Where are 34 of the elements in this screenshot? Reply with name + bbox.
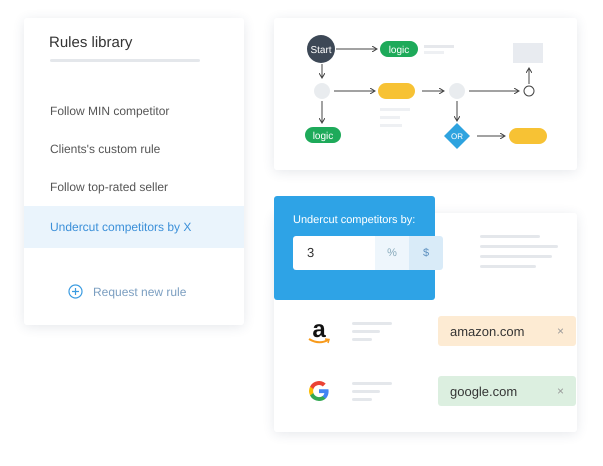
undercut-title: Undercut competitors by: (293, 214, 416, 226)
start-node: Start (307, 35, 335, 63)
rules-title: Rules library (48, 34, 134, 51)
amazon-logo: a (308, 318, 330, 344)
arrow (336, 46, 378, 52)
arrow (318, 64, 326, 78)
unit-toggle[interactable]: % (375, 236, 409, 270)
arrow (334, 88, 376, 94)
plus-icon (68, 284, 83, 299)
arrow (454, 100, 460, 122)
remove-button[interactable]: × (556, 384, 564, 398)
remove-button[interactable]: × (556, 324, 564, 338)
logic-node: logic (380, 41, 418, 57)
arrow (526, 68, 532, 84)
action-node (509, 128, 547, 144)
rule-item[interactable]: Undercut competitors by X (24, 206, 244, 248)
action-node (378, 83, 415, 99)
request-rule-button[interactable]: Request new rule (68, 284, 186, 299)
unit-toggle[interactable]: $ (409, 236, 443, 270)
domain-text: google.com (450, 384, 518, 398)
arrow (318, 100, 326, 124)
rule-item[interactable]: Clients's custom rule (24, 130, 244, 168)
logic-node: logic (305, 127, 341, 143)
arrow (476, 132, 506, 140)
amount-field[interactable]: 3 % $ (293, 236, 443, 270)
domain-text: amazon.com (450, 324, 524, 338)
arrow (468, 88, 520, 94)
note-placeholder (424, 45, 454, 54)
rule-item[interactable]: Follow MIN competitor (24, 92, 244, 130)
end-node (524, 86, 534, 96)
arrow (422, 88, 444, 94)
rule-item[interactable]: Follow top-rated seller (24, 168, 244, 206)
google-logo-icon (307, 379, 331, 403)
decision-node: OR (444, 123, 470, 149)
